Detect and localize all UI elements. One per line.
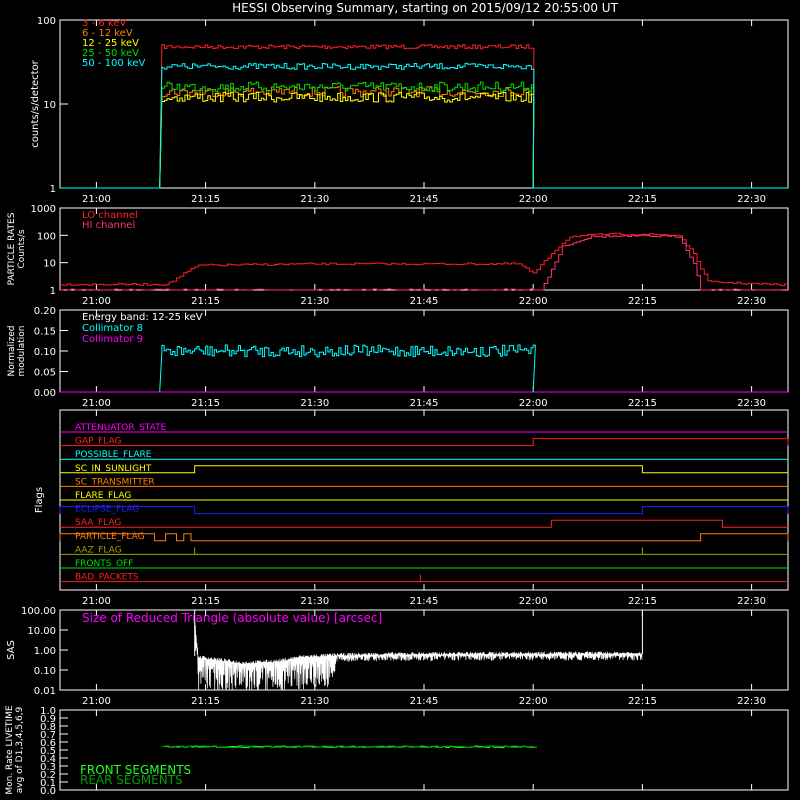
modulation-ytick-label: 0.05 xyxy=(34,368,56,379)
sas-ytick-label: 0.01 xyxy=(34,686,56,697)
livetime-ylabel: avg of D1,3,4,5,6,9 xyxy=(15,706,25,793)
figure-title: HESSI Observing Summary, starting on 201… xyxy=(232,1,618,15)
flag-label-1: GAP_FLAG xyxy=(75,437,121,447)
flag-label-8: PARTICLE_FLAG xyxy=(75,532,145,542)
particle-rates-xtick-label: 22:30 xyxy=(737,296,766,307)
particle-rates-ytick-label: 10 xyxy=(43,259,56,270)
livetime-legend-1: REAR SEGMENTS xyxy=(80,773,183,787)
modulation-ytick-label: 0.15 xyxy=(34,327,56,338)
particle-rates-ytick-label: 1 xyxy=(50,286,56,297)
flags-xtick-label: 22:15 xyxy=(628,596,657,607)
flag-label-11: BAD_PACKETS xyxy=(75,573,139,583)
sas-xtick-label: 22:30 xyxy=(737,696,766,707)
sas-xtick-label: 21:30 xyxy=(300,696,329,707)
flags-xtick-label: 21:15 xyxy=(191,596,220,607)
particle-rates-ytick-label: 1000 xyxy=(31,204,56,215)
flags-xtick-label: 21:00 xyxy=(82,596,111,607)
flag-label-0: ATTENUATOR_STATE xyxy=(75,423,167,433)
sas-xtick-label: 22:15 xyxy=(628,696,657,707)
modulation-xtick-label: 22:00 xyxy=(519,398,548,409)
modulation-legend-2: Collimator 9 xyxy=(82,334,143,345)
flags-xtick-label: 22:00 xyxy=(519,596,548,607)
count-rates-ytick-label: 10 xyxy=(43,100,56,111)
sas-xtick-label: 21:15 xyxy=(191,696,220,707)
modulation-legend-0: Energy band: 12-25 keV xyxy=(82,312,203,323)
count-rates-xtick-label: 21:00 xyxy=(82,194,111,205)
livetime-ylabel: Mon. Rate LIVETIME xyxy=(5,705,15,795)
count-rates-xtick-label: 21:15 xyxy=(191,194,220,205)
sas-xtick-label: 21:00 xyxy=(82,696,111,707)
flag-label-6: ECLIPSE_FLAG xyxy=(75,505,139,515)
particle-rates-legend-1: HI channel xyxy=(82,220,135,231)
modulation-ytick-label: 0.00 xyxy=(34,388,56,399)
modulation-xtick-label: 21:45 xyxy=(410,398,439,409)
flag-label-5: FLARE_FLAG xyxy=(75,491,131,501)
flags-ylabel: Flags xyxy=(34,487,45,513)
modulation-xtick-label: 21:15 xyxy=(191,398,220,409)
modulation-xtick-label: 21:00 xyxy=(82,398,111,409)
sas-ylabel: SAS xyxy=(6,640,17,660)
particle-rates-ylabel: PARTICLE RATES xyxy=(7,212,17,285)
sas-annotation: Size of Reduced Triangle (absolute value… xyxy=(82,611,382,625)
sas-ytick-label: 100.00 xyxy=(21,606,56,617)
particle-rates-xtick-label: 21:30 xyxy=(300,296,329,307)
sas-xtick-label: 21:45 xyxy=(410,696,439,707)
particle-rates-ylabel: Counts/s xyxy=(17,229,27,268)
modulation-ytick-label: 0.20 xyxy=(34,306,56,317)
modulation-xtick-label: 22:30 xyxy=(737,398,766,409)
flag-label-9: AAZ_FLAG xyxy=(75,545,122,555)
modulation-xtick-label: 22:15 xyxy=(628,398,657,409)
particle-rates-xtick-label: 21:15 xyxy=(191,296,220,307)
count-rates-ytick-label: 1 xyxy=(50,184,56,195)
count-rates-ylabel: counts/s/detector xyxy=(30,59,41,147)
flag-label-3: SC_IN_SUNLIGHT xyxy=(75,464,152,474)
hessi-summary-figure: HESSI Observing Summary, starting on 201… xyxy=(0,0,800,800)
modulation-ylabel: Normalized xyxy=(7,325,17,376)
modulation-xtick-label: 21:30 xyxy=(300,398,329,409)
flags-xtick-label: 22:30 xyxy=(737,596,766,607)
modulation-legend-1: Collimator 8 xyxy=(82,323,143,334)
count-rates-ytick-label: 100 xyxy=(37,16,56,27)
flag-label-10: FRONTS_OFF xyxy=(75,559,133,569)
count-rates-legend-4: 50 - 100 keV xyxy=(82,58,146,69)
sas-ytick-label: 10.00 xyxy=(27,626,56,637)
flag-label-2: POSSIBLE_FLARE xyxy=(75,450,152,460)
particle-rates-xtick-label: 22:00 xyxy=(519,296,548,307)
count-rates-xtick-label: 21:45 xyxy=(410,194,439,205)
livetime-ytick-label: 1.0 xyxy=(40,706,56,717)
particle-rates-xtick-label: 21:45 xyxy=(410,296,439,307)
flags-xtick-label: 21:30 xyxy=(300,596,329,607)
modulation-ytick-label: 0.10 xyxy=(34,347,56,358)
modulation-ylabel: modulation xyxy=(17,326,27,377)
flag-label-7: SAA_FLAG xyxy=(75,518,121,528)
figure-background xyxy=(0,0,800,800)
count-rates-xtick-label: 21:30 xyxy=(300,194,329,205)
particle-rates-xtick-label: 22:15 xyxy=(628,296,657,307)
count-rates-xtick-label: 22:00 xyxy=(519,194,548,205)
count-rates-xtick-label: 22:15 xyxy=(628,194,657,205)
particle-rates-xtick-label: 21:00 xyxy=(82,296,111,307)
particle-rates-ytick-label: 100 xyxy=(37,231,56,242)
sas-ytick-label: 1.00 xyxy=(34,646,56,657)
flag-label-4: SC_TRANSMITTER xyxy=(75,477,155,487)
flags-xtick-label: 21:45 xyxy=(410,596,439,607)
sas-ytick-label: 0.10 xyxy=(34,666,56,677)
sas-xtick-label: 22:00 xyxy=(519,696,548,707)
count-rates-xtick-label: 22:30 xyxy=(737,194,766,205)
